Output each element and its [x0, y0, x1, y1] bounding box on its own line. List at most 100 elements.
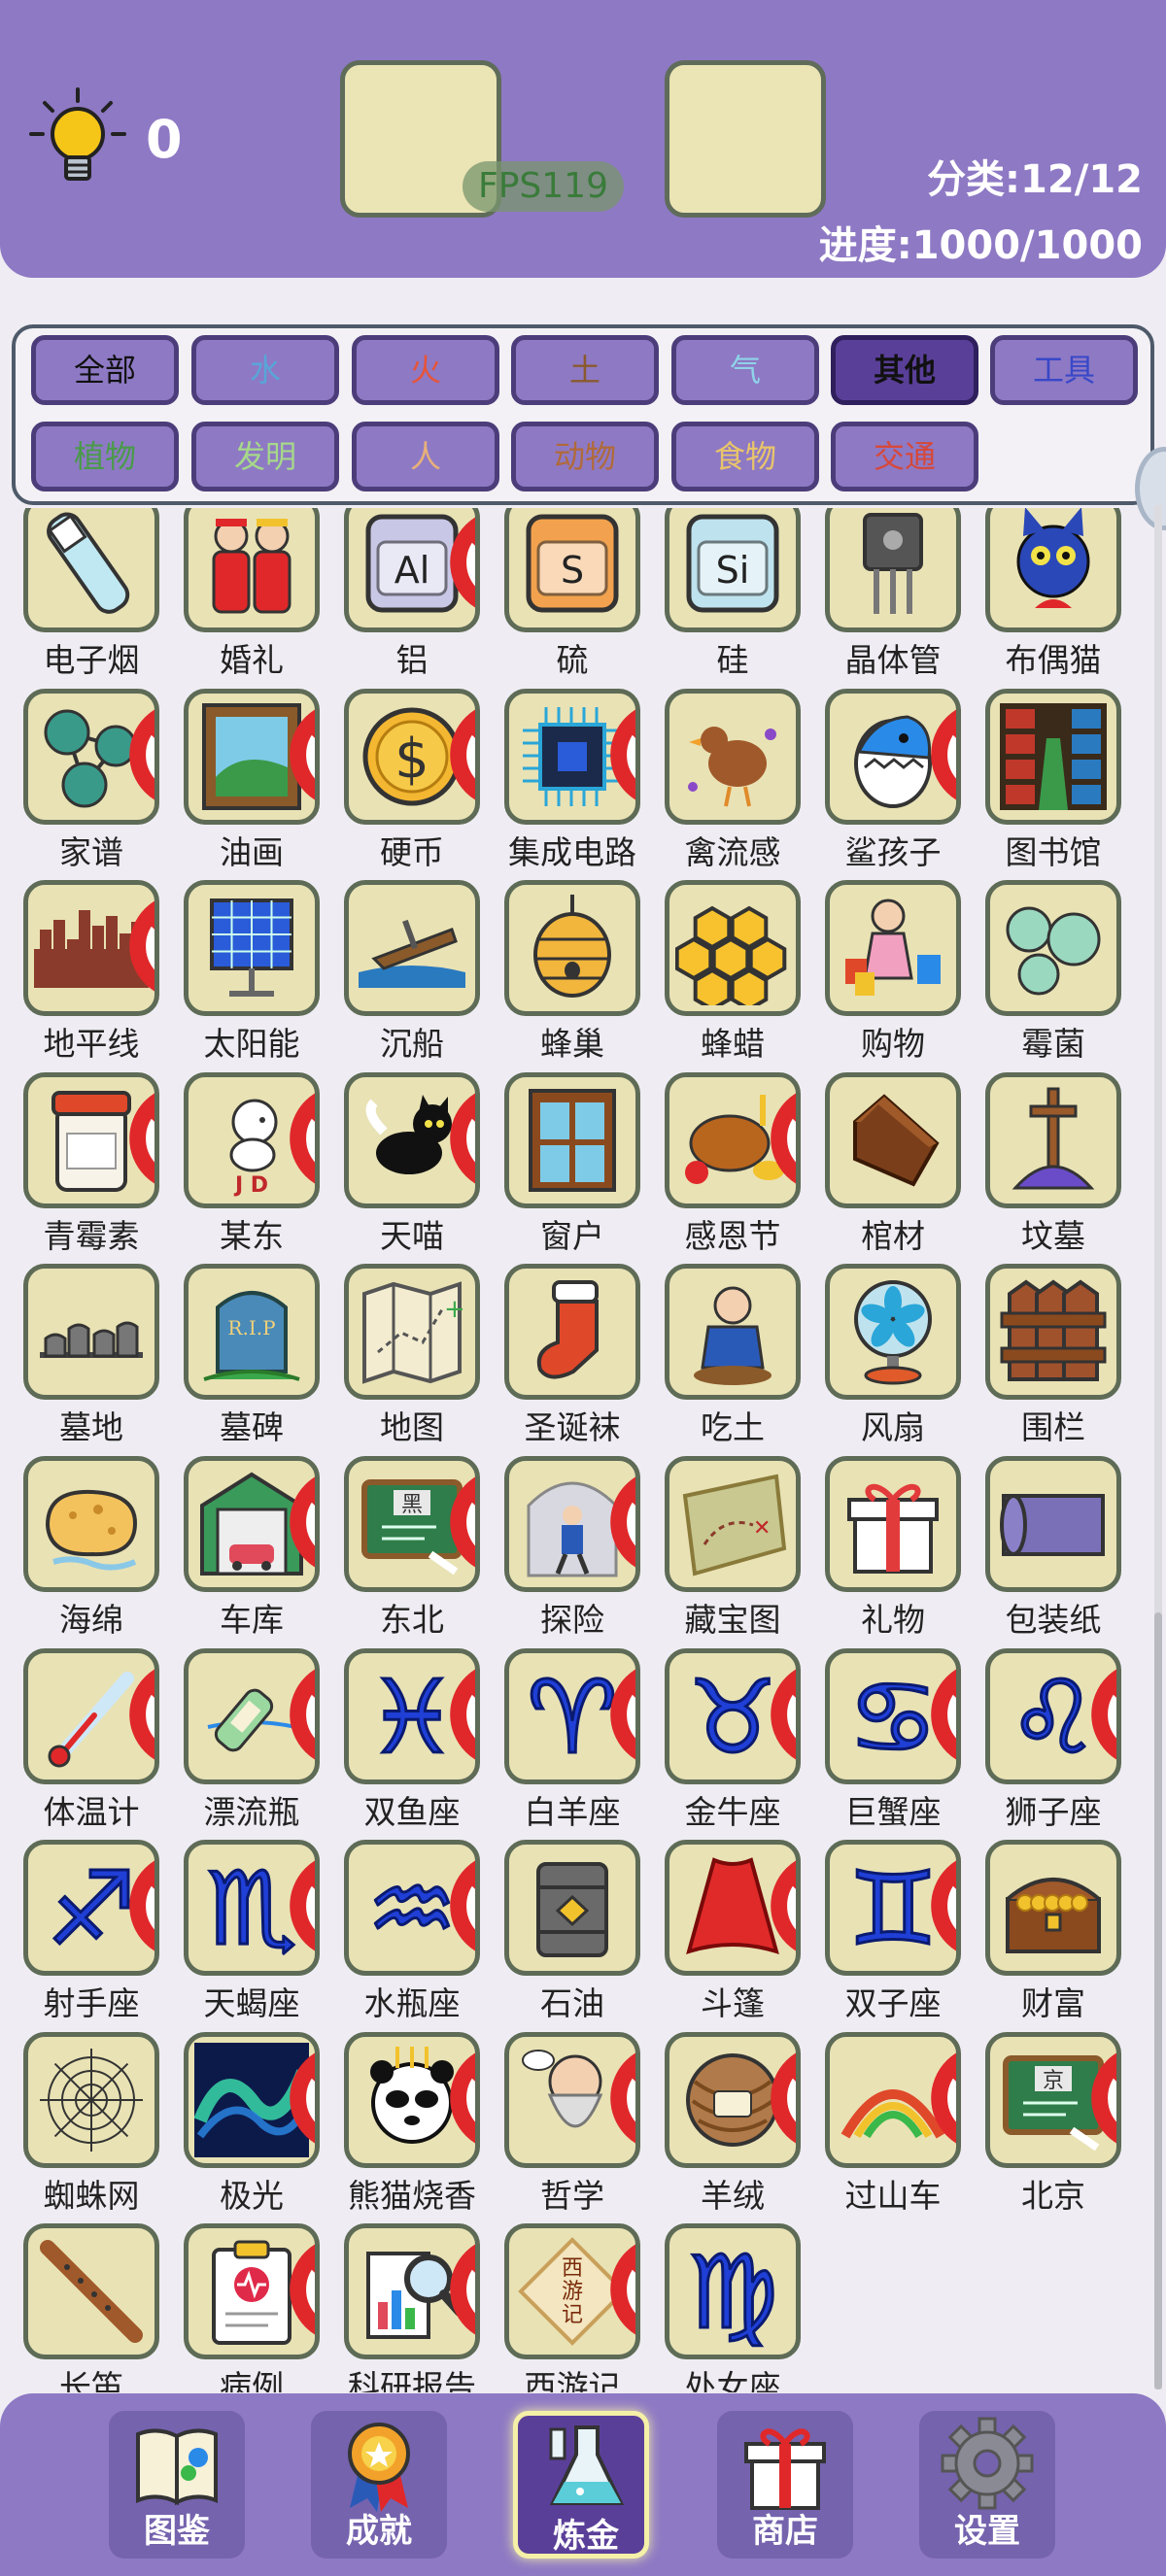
element-tile[interactable] — [825, 1264, 961, 1401]
element-card[interactable]: 窗户 — [495, 1071, 650, 1257]
element-card[interactable]: 礼物 — [815, 1456, 971, 1641]
element-tile[interactable]: ♏ — [184, 1840, 320, 1977]
element-card[interactable]: 财富 — [976, 1840, 1131, 2024]
element-card[interactable]: 坟墓 — [976, 1071, 1131, 1257]
element-card[interactable]: 过山车 — [815, 2031, 971, 2217]
element-card[interactable]: 布偶猫 — [976, 508, 1131, 681]
scrollbar-thumb[interactable] — [1154, 1612, 1162, 2390]
category-tab-9[interactable]: 人 — [352, 422, 499, 491]
element-tile[interactable] — [184, 1456, 320, 1592]
element-tile[interactable] — [665, 1071, 801, 1208]
element-tile[interactable] — [184, 880, 320, 1017]
element-tile[interactable] — [23, 2223, 159, 2360]
nav-book[interactable]: 图鉴 — [109, 2411, 245, 2559]
category-tab-6[interactable]: 工具 — [990, 335, 1138, 405]
element-card[interactable]: ♌ 狮子座 — [976, 1647, 1131, 1833]
element-card[interactable]: 黑东北 — [334, 1456, 490, 1641]
element-card[interactable]: ♍ 处女座 — [655, 2223, 810, 2392]
element-tile[interactable] — [504, 1264, 640, 1401]
element-card[interactable]: 电子烟 — [14, 508, 169, 681]
element-tile[interactable]: ♌ — [985, 1647, 1121, 1784]
element-card[interactable]: ♐ 射手座 — [14, 1840, 169, 2024]
element-tile[interactable] — [504, 1071, 640, 1208]
element-card[interactable]: 围栏 — [976, 1264, 1131, 1448]
element-card[interactable]: 图书馆 — [976, 688, 1131, 873]
element-tile[interactable] — [985, 1071, 1121, 1208]
element-tile[interactable] — [985, 688, 1121, 825]
element-tile[interactable] — [825, 1071, 961, 1208]
element-tile[interactable]: ♉ — [665, 1647, 801, 1784]
element-card[interactable]: 圣诞袜 — [495, 1264, 650, 1448]
element-tile[interactable]: 西游记 — [504, 2223, 640, 2360]
element-card[interactable]: 病例 — [174, 2223, 329, 2392]
element-card[interactable]: ♏ 天蝎座 — [174, 1840, 329, 2024]
element-tile[interactable]: 黑 — [344, 1456, 480, 1592]
element-card[interactable]: 石油 — [495, 1840, 650, 2024]
element-tile[interactable]: ✕ — [665, 1456, 801, 1592]
element-tile[interactable] — [23, 1647, 159, 1784]
category-tab-7[interactable]: 植物 — [31, 422, 179, 491]
element-grid[interactable]: 电子烟 婚礼 Al 铝 S 硫 Si 硅晶体管 布偶猫 家谱 油画 $ 硬币 集成电路 禽流感 鲨孩子 图书馆地… — [0, 508, 1166, 2392]
element-tile[interactable] — [665, 1264, 801, 1401]
element-tile[interactable]: $ — [344, 688, 480, 825]
element-tile[interactable] — [504, 1456, 640, 1592]
element-tile[interactable] — [665, 1840, 801, 1977]
element-tile[interactable] — [985, 1840, 1121, 1977]
element-tile[interactable] — [665, 688, 801, 825]
element-tile[interactable]: ♊ — [825, 1840, 961, 1977]
element-tile[interactable] — [184, 1647, 320, 1784]
element-card[interactable]: 海绵 — [14, 1456, 169, 1641]
element-card[interactable]: 熊猫烧香 — [334, 2031, 490, 2217]
element-card[interactable]: 京北京 — [976, 2031, 1131, 2217]
element-tile[interactable] — [23, 1456, 159, 1592]
element-card[interactable]: 晶体管 — [815, 508, 971, 681]
element-tile[interactable]: J D — [184, 1071, 320, 1208]
element-card[interactable]: 斗篷 — [655, 1840, 810, 2024]
element-card[interactable]: 鲨孩子 — [815, 688, 971, 873]
element-tile[interactable]: + — [344, 1264, 480, 1401]
category-tab-0[interactable]: 全部 — [31, 335, 179, 405]
element-tile[interactable]: Al — [344, 508, 480, 632]
element-card[interactable]: 漂流瓶 — [174, 1647, 329, 1833]
element-tile[interactable]: ♐ — [23, 1840, 159, 1977]
element-card[interactable]: 霉菌 — [976, 880, 1131, 1065]
element-card[interactable]: ✕ 藏宝图 — [655, 1456, 810, 1641]
element-tile[interactable] — [504, 1840, 640, 1977]
element-card[interactable]: 禽流感 — [655, 688, 810, 873]
element-tile[interactable] — [184, 508, 320, 632]
element-tile[interactable] — [825, 508, 961, 632]
element-card[interactable]: 集成电路 — [495, 688, 650, 873]
element-tile[interactable] — [344, 2223, 480, 2360]
element-card[interactable]: 感恩节 — [655, 1071, 810, 1257]
element-card[interactable]: 科研报告 — [334, 2223, 490, 2392]
element-tile[interactable]: ♒ — [344, 1840, 480, 1977]
element-card[interactable]: 棺材 — [815, 1071, 971, 1257]
element-tile[interactable] — [665, 880, 801, 1017]
element-tile[interactable] — [23, 508, 159, 632]
element-card[interactable]: ♋ 巨蟹座 — [815, 1647, 971, 1833]
element-tile[interactable] — [665, 2031, 801, 2168]
category-tab-8[interactable]: 发明 — [191, 422, 339, 491]
element-tile[interactable] — [184, 688, 320, 825]
element-tile[interactable] — [23, 2031, 159, 2168]
element-card[interactable]: Si 硅 — [655, 508, 810, 681]
element-card[interactable]: ♈ 白羊座 — [495, 1647, 650, 1833]
element-card[interactable]: 蜂巢 — [495, 880, 650, 1065]
element-tile[interactable]: ♓ — [344, 1647, 480, 1784]
element-card[interactable]: 沉船 — [334, 880, 490, 1065]
category-tab-4[interactable]: 气 — [671, 335, 819, 405]
element-card[interactable]: R.I.P 墓碑 — [174, 1264, 329, 1448]
element-tile[interactable] — [504, 688, 640, 825]
element-card[interactable]: 购物 — [815, 880, 971, 1065]
lightbulb-icon[interactable] — [25, 85, 130, 192]
element-tile[interactable] — [825, 688, 961, 825]
element-card[interactable]: ♊ 双子座 — [815, 1840, 971, 2024]
element-card[interactable]: 天喵 — [334, 1071, 490, 1257]
element-card[interactable]: 婚礼 — [174, 508, 329, 681]
element-card[interactable]: ♓ 双鱼座 — [334, 1647, 490, 1833]
element-tile[interactable] — [985, 1456, 1121, 1592]
element-card[interactable]: 羊绒 — [655, 2031, 810, 2217]
element-card[interactable]: 车库 — [174, 1456, 329, 1641]
element-card[interactable]: ♉ 金牛座 — [655, 1647, 810, 1833]
element-tile[interactable]: R.I.P — [184, 1264, 320, 1401]
